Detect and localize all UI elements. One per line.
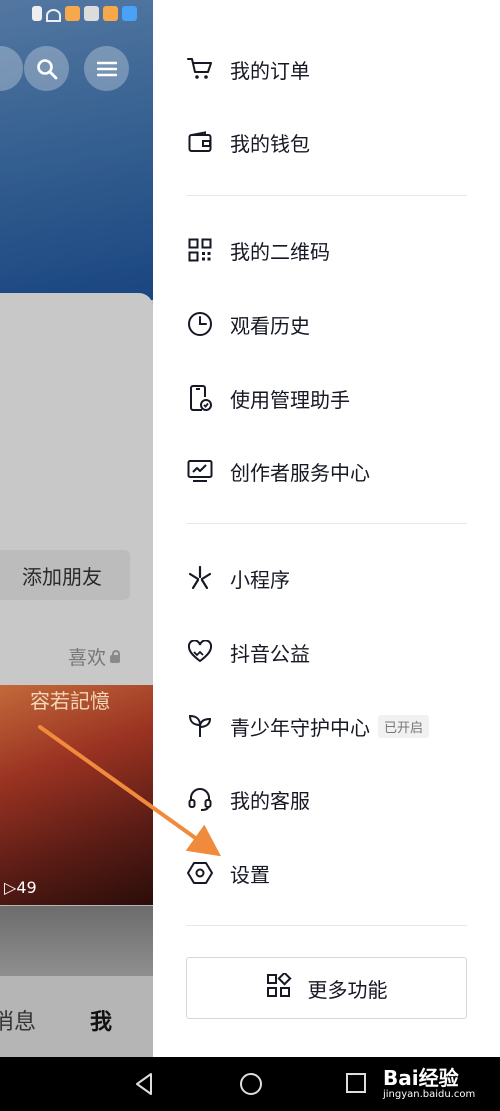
mini-program-icon [186, 564, 214, 592]
profile-header-background [0, 0, 153, 300]
search-icon [36, 58, 57, 79]
chart-monitor-icon [186, 457, 214, 485]
divider [186, 195, 467, 196]
menu-item-label: 抖音公益 [230, 641, 310, 666]
likes-tab[interactable]: 喜欢 [68, 643, 121, 670]
charity-heart-icon [186, 638, 214, 666]
menu-button[interactable] [84, 46, 129, 91]
menu-item-charity[interactable]: 抖音公益 [186, 632, 310, 672]
lock-icon [110, 649, 121, 663]
recents-square-icon[interactable] [344, 1071, 368, 1095]
menu-item-settings[interactable]: 设置 [186, 853, 270, 893]
divider [186, 523, 467, 524]
menu-item-label: 设置 [230, 862, 270, 887]
bottom-navigation: 消息 我 [0, 990, 153, 1050]
home-circle-icon[interactable] [238, 1071, 264, 1097]
app-icon [65, 6, 80, 21]
video-view-count: ▷49 [4, 878, 37, 897]
headset-icon [186, 785, 214, 813]
menu-item-label: 小程序 [230, 567, 290, 592]
back-triangle-icon[interactable] [132, 1071, 156, 1097]
cart-icon [186, 55, 214, 83]
nav-me[interactable]: 我 [90, 1004, 112, 1036]
likes-tab-label: 喜欢 [68, 647, 107, 669]
menu-item-qr-code[interactable]: 我的二维码 [186, 230, 330, 270]
phone-manager-icon [186, 384, 214, 412]
notification-icon [32, 6, 42, 21]
sprout-icon [186, 712, 214, 740]
menu-item-label: 我的钱包 [230, 131, 310, 156]
clock-icon [186, 310, 214, 338]
wallet-icon [186, 128, 214, 156]
add-friend-button[interactable]: 添加朋友 [0, 550, 130, 600]
watermark: Bai经验 jingyan.baidu.com [383, 1062, 475, 1100]
menu-item-label: 创作者服务中心 [230, 460, 370, 485]
search-button[interactable] [24, 46, 69, 91]
more-features-label: 更多功能 [307, 977, 388, 1002]
app-icon [84, 6, 99, 21]
more-features-button[interactable]: 更多功能 [186, 957, 467, 1019]
menu-item-mini-programs[interactable]: 小程序 [186, 558, 290, 598]
status-bar-icons [32, 6, 137, 22]
menu-item-label: 我的客服 [230, 788, 310, 813]
menu-item-label: 观看历史 [230, 313, 310, 338]
menu-item-wallet[interactable]: 我的钱包 [186, 122, 310, 162]
hexagon-settings-icon [186, 859, 214, 887]
menu-item-label: 使用管理助手 [230, 387, 350, 412]
watermark-url: jingyan.baidu.com [383, 1089, 476, 1100]
play-icon: ▷ [4, 878, 17, 897]
background-profile-page: 添加朋友 喜欢 容若記憶 ▷49 消息 我 [0, 0, 153, 1057]
menu-item-label: 我的订单 [230, 58, 310, 83]
menu-item-orders[interactable]: 我的订单 [186, 49, 310, 89]
menu-item-watch-history[interactable]: 观看历史 [186, 304, 310, 344]
menu-item-creator-center[interactable]: 创作者服务中心 [186, 451, 370, 491]
video-thumbnail[interactable] [0, 906, 153, 976]
video-title: 容若記憶 [30, 689, 110, 713]
video-thumbnail[interactable]: 容若記憶 ▷49 [0, 685, 153, 905]
wifi-icon [46, 9, 61, 22]
menu-icon [96, 61, 117, 76]
side-drawer: 我的订单 我的钱包 我的二维码 观看历史 使用管理助手 创作者服务中心 小程序 … [153, 0, 500, 1057]
nav-messages[interactable]: 消息 [0, 1004, 36, 1036]
divider [186, 925, 467, 926]
menu-item-label: 我的二维码 [230, 239, 330, 264]
menu-item-youth-protection[interactable]: 青少年守护中心 已开启 [186, 706, 430, 746]
qr-code-icon [186, 236, 214, 264]
status-badge: 已开启 [378, 714, 430, 738]
watermark-brand: Bai经验 [383, 1066, 459, 1090]
menu-item-label: 青少年守护中心 [230, 715, 370, 740]
grid-icon [266, 971, 292, 1003]
app-icon [122, 6, 137, 21]
menu-item-usage-manager[interactable]: 使用管理助手 [186, 378, 350, 418]
app-icon [103, 6, 118, 21]
menu-item-customer-service[interactable]: 我的客服 [186, 779, 310, 819]
